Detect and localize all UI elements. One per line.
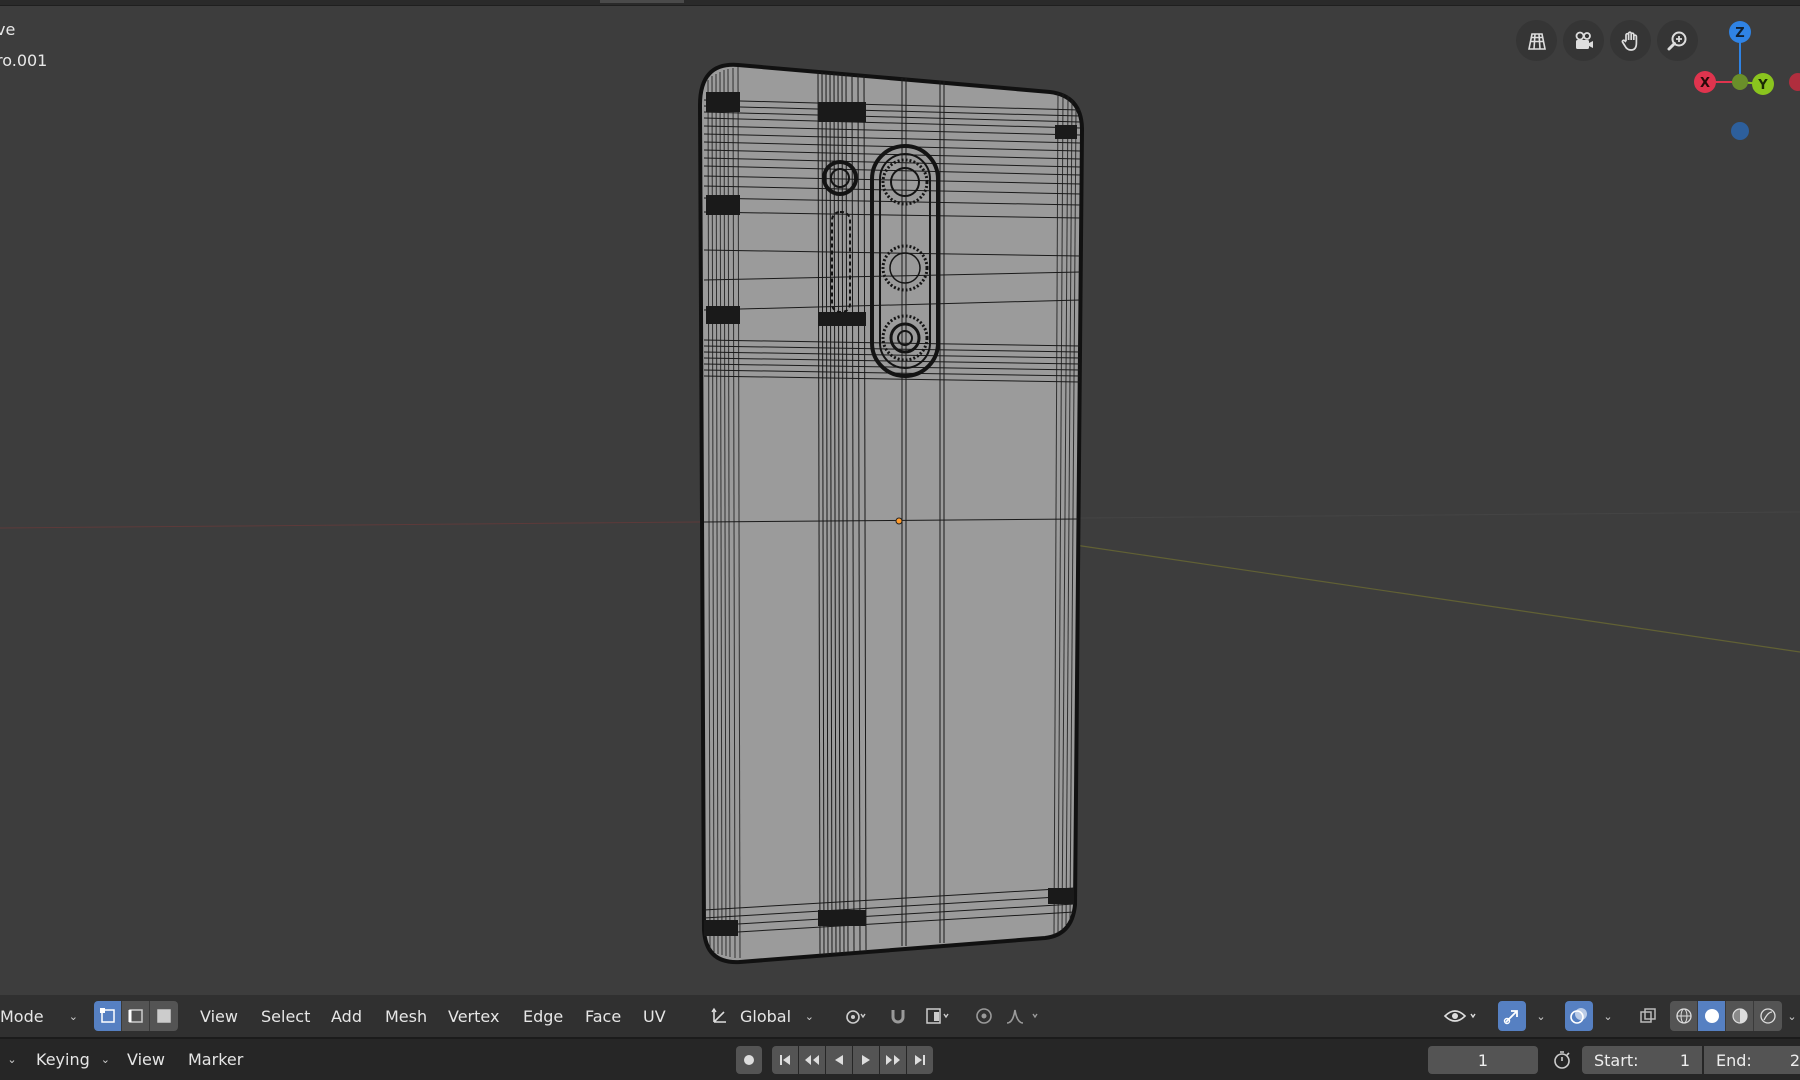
snap-increment-icon xyxy=(926,1008,949,1024)
gizmo-z-label: Z xyxy=(1735,26,1744,41)
scene-canvas[interactable] xyxy=(0,0,1800,995)
gizmo-y-label: Y xyxy=(1757,78,1768,93)
mode-dropdown[interactable]: Mode ⌄ xyxy=(0,1001,84,1031)
menu-face[interactable]: Face xyxy=(585,995,621,1037)
solid-shading-icon[interactable] xyxy=(1698,1001,1726,1031)
timeline-header: ⌄ Keying ⌄ View Marker 1 Start: 1 End: 2 xyxy=(0,1037,1800,1080)
axis-gizmo[interactable]: Z X Y xyxy=(1680,14,1800,144)
orientation-axes-icon xyxy=(711,1007,726,1023)
menu-uv[interactable]: UV xyxy=(643,995,666,1037)
gizmo-x-negative xyxy=(1789,73,1800,91)
end-frame-field[interactable]: End: 2 xyxy=(1704,1046,1800,1074)
pivot-point-dropdown[interactable] xyxy=(833,1001,877,1031)
face-select-icon[interactable] xyxy=(150,1001,178,1031)
timeline-menu-view[interactable]: View xyxy=(127,1039,165,1079)
mode-label: Mode xyxy=(0,1006,44,1026)
transform-orientation-dropdown[interactable]: Global ⌄ xyxy=(704,1001,820,1031)
end-value: 2 xyxy=(1789,1050,1800,1070)
material-shading-icon[interactable] xyxy=(1726,1001,1754,1031)
start-frame-field[interactable]: Start: 1 xyxy=(1582,1046,1702,1074)
xray-icon[interactable] xyxy=(1634,1001,1662,1031)
shading-options-dropdown[interactable]: ⌄ xyxy=(1784,1001,1800,1031)
stopwatch-icon[interactable] xyxy=(1548,1045,1576,1075)
jump-keyframe-forward-icon[interactable] xyxy=(880,1046,906,1074)
jump-end-icon[interactable] xyxy=(907,1046,933,1074)
falloff-dropdown[interactable] xyxy=(1002,1001,1048,1031)
rendered-shading-icon[interactable] xyxy=(1754,1001,1782,1031)
gizmo-toggle-icon[interactable] xyxy=(1498,1001,1526,1031)
chevron-down-icon: ⌄ xyxy=(1787,1009,1797,1023)
camera-icon[interactable] xyxy=(1563,20,1604,61)
navigation-buttons xyxy=(1516,20,1698,61)
gizmo-x-label: X xyxy=(1700,76,1710,91)
falloff-curve-icon xyxy=(1006,1009,1038,1024)
menu-mesh[interactable]: Mesh xyxy=(385,995,427,1037)
end-label: End: xyxy=(1716,1050,1752,1070)
visibility-icon[interactable] xyxy=(1440,1001,1484,1031)
viewport-info-line1: ve xyxy=(0,20,16,39)
orientation-label: Global xyxy=(740,1006,792,1026)
menu-add[interactable]: Add xyxy=(331,995,362,1037)
menu-select[interactable]: Select xyxy=(261,995,310,1037)
x-axis-line xyxy=(0,521,701,529)
chevron-down-icon: ⌄ xyxy=(1603,1009,1613,1023)
play-icon[interactable] xyxy=(853,1046,879,1074)
vertex-select-icon[interactable] xyxy=(94,1001,122,1031)
edge-select-icon[interactable] xyxy=(122,1001,150,1031)
editor-type-dropdown[interactable]: ⌄ xyxy=(0,1044,24,1074)
select-mode-group xyxy=(94,1001,178,1031)
menu-view[interactable]: View xyxy=(200,995,238,1037)
chevron-down-icon: ⌄ xyxy=(804,1009,814,1023)
grid-icon[interactable] xyxy=(1516,20,1557,61)
y-axis-line xyxy=(1074,544,1800,653)
menu-vertex[interactable]: Vertex xyxy=(448,995,499,1037)
snap-toggle-icon[interactable] xyxy=(884,1001,912,1031)
wireframe-shading-icon[interactable] xyxy=(1670,1001,1698,1031)
gizmo-options-dropdown[interactable]: ⌄ xyxy=(1528,1001,1554,1031)
overlay-icon[interactable] xyxy=(1565,1001,1593,1031)
viewport-info-object-name: ro.001 xyxy=(0,51,48,70)
gizmo-y-negative xyxy=(1732,74,1748,90)
gizmo-z-negative xyxy=(1731,122,1749,140)
chevron-down-icon: ⌄ xyxy=(1536,1009,1546,1023)
viewport-header: Mode ⌄ View Select Add Mesh Vertex Edge … xyxy=(0,995,1800,1037)
hand-pan-icon[interactable] xyxy=(1610,20,1651,61)
keying-label: Keying xyxy=(36,1049,90,1069)
record-icon[interactable] xyxy=(736,1046,762,1074)
start-label: Start: xyxy=(1594,1050,1639,1070)
chevron-down-icon: ⌄ xyxy=(100,1052,110,1066)
chevron-down-icon: ⌄ xyxy=(68,1009,78,1023)
keying-dropdown[interactable]: Keying ⌄ xyxy=(30,1044,116,1074)
menu-edge[interactable]: Edge xyxy=(523,995,563,1037)
jump-start-icon[interactable] xyxy=(772,1046,798,1074)
start-value: 1 xyxy=(1679,1050,1690,1070)
shading-mode-group xyxy=(1670,1001,1782,1031)
chevron-down-icon: ⌄ xyxy=(7,1052,17,1066)
overlay-options-dropdown[interactable]: ⌄ xyxy=(1595,1001,1621,1031)
current-frame-field[interactable]: 1 xyxy=(1428,1046,1538,1074)
3d-viewport[interactable]: ve ro.001 Z X Y xyxy=(0,0,1800,995)
timeline-menu-marker[interactable]: Marker xyxy=(188,1039,243,1079)
snap-target-dropdown[interactable] xyxy=(916,1001,960,1031)
play-reverse-icon[interactable] xyxy=(826,1046,852,1074)
phone-mesh[interactable] xyxy=(697,62,1085,965)
jump-keyframe-back-icon[interactable] xyxy=(799,1046,825,1074)
pivot-icon xyxy=(846,1010,866,1024)
proportional-edit-icon[interactable] xyxy=(970,1001,998,1031)
horizon-line xyxy=(1079,511,1800,519)
